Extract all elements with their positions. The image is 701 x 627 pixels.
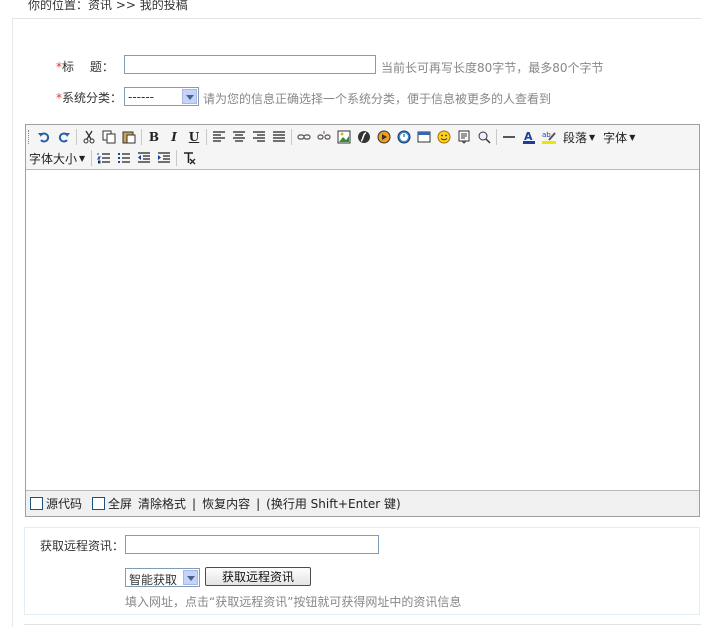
- chevron-down-icon[interactable]: [182, 89, 197, 104]
- toolbar-row-1: B I U A ab 段落 ▼ 字体 ▼: [28, 127, 639, 147]
- toolbar-separator: [496, 129, 497, 145]
- italic-button[interactable]: I: [164, 128, 184, 146]
- breadcrumb: 你的位置：资讯 >> 我的投稿: [28, 0, 188, 12]
- align-left-icon[interactable]: [209, 128, 229, 146]
- horizontal-rule-icon[interactable]: [499, 128, 519, 146]
- cut-icon[interactable]: [79, 128, 99, 146]
- toolbar-separator: [206, 129, 207, 145]
- font-dropdown[interactable]: 字体 ▼: [599, 128, 639, 146]
- editor-toolbar: B I U A ab 段落 ▼ 字体 ▼ 字体大小 ▼: [26, 125, 699, 170]
- line-break-hint: (换行用 Shift+Enter 键): [266, 497, 401, 511]
- title-input[interactable]: [124, 55, 376, 74]
- copy-icon[interactable]: [99, 128, 119, 146]
- underline-button[interactable]: U: [184, 128, 204, 146]
- caret-down-icon: ▼: [79, 153, 86, 163]
- paragraph-dropdown[interactable]: 段落 ▼: [559, 128, 599, 146]
- emoticon-icon[interactable]: [434, 128, 454, 146]
- font-size-dropdown-label: 字体大小: [29, 151, 78, 166]
- toolbar-separator: [291, 129, 292, 145]
- source-code-label: 源代码: [46, 497, 83, 511]
- fetch-mode-selected-value: 智能获取: [129, 573, 178, 587]
- title-hint: 当前长可再写长度80字节，最多80个字节: [381, 61, 604, 75]
- remote-url-label: 获取远程资讯：: [40, 539, 125, 553]
- source-code-toggle[interactable]: 源代码: [26, 495, 82, 512]
- title-label-text: 标 题：: [62, 60, 114, 74]
- table-icon[interactable]: [414, 128, 434, 146]
- ordered-list-icon[interactable]: [94, 149, 114, 167]
- category-select[interactable]: ------: [124, 87, 199, 106]
- undo-icon[interactable]: [34, 128, 54, 146]
- remote-fetch-panel: 获取远程资讯： 智能获取 获取远程资讯 填入网址，点击“获取远程资讯”按钮就可获…: [24, 527, 700, 615]
- status-separator: |: [256, 496, 261, 511]
- chevron-down-icon[interactable]: [183, 570, 198, 585]
- align-justify-icon[interactable]: [269, 128, 289, 146]
- bottom-divider: [24, 624, 701, 625]
- fullscreen-label: 全屏: [108, 497, 133, 511]
- font-dropdown-label: 字体: [603, 130, 628, 145]
- breadcrumb-bar: 你的位置：资讯 >> 我的投稿: [12, 0, 701, 19]
- rich-text-editor: B I U A ab 段落 ▼ 字体 ▼ 字体大小 ▼ 源代码 全屏 清除格式 …: [25, 124, 700, 517]
- toolbar-row-2: 字体大小 ▼: [28, 148, 199, 168]
- image-icon[interactable]: [334, 128, 354, 146]
- toolbar-separator: [176, 150, 178, 166]
- redo-icon[interactable]: [54, 128, 74, 146]
- category-label: *系统分类：: [56, 89, 122, 106]
- remote-hint: 填入网址，点击“获取远程资讯”按钮就可获得网址中的资讯信息: [125, 595, 462, 609]
- restore-content-link[interactable]: 恢复内容: [202, 495, 250, 512]
- clock-icon[interactable]: [394, 128, 414, 146]
- indent-icon[interactable]: [154, 149, 174, 167]
- align-center-icon[interactable]: [229, 128, 249, 146]
- paragraph-dropdown-label: 段落: [563, 130, 588, 145]
- editor-statusbar: 源代码 全屏 清除格式 | 恢复内容 | (换行用 Shift+Enter 键): [26, 490, 699, 516]
- outdent-icon[interactable]: [134, 149, 154, 167]
- link-icon[interactable]: [294, 128, 314, 146]
- font-size-dropdown[interactable]: 字体大小 ▼: [28, 149, 89, 167]
- search-icon[interactable]: [474, 128, 494, 146]
- align-right-icon[interactable]: [249, 128, 269, 146]
- caret-down-icon: ▼: [629, 132, 636, 142]
- unlink-icon[interactable]: [314, 128, 334, 146]
- source-code-checkbox[interactable]: [30, 497, 43, 510]
- toolbar-separator: [91, 150, 93, 166]
- bold-button[interactable]: B: [144, 128, 164, 146]
- remote-url-input[interactable]: [125, 535, 379, 554]
- left-divider: [12, 18, 13, 627]
- category-label-text: 系统分类：: [62, 91, 123, 105]
- category-hint: 请为您的信息正确选择一个系统分类，便于信息被更多的人查看到: [203, 92, 552, 106]
- bullet-list-icon[interactable]: [114, 149, 134, 167]
- media-icon[interactable]: [374, 128, 394, 146]
- title-label: *标 题：: [56, 58, 114, 75]
- fullscreen-checkbox[interactable]: [92, 497, 106, 510]
- highlight-color-icon[interactable]: ab: [539, 128, 559, 146]
- paste-icon[interactable]: [119, 128, 139, 146]
- fetch-mode-select[interactable]: 智能获取: [125, 568, 200, 587]
- status-separator: |: [192, 496, 197, 511]
- caret-down-icon: ▼: [589, 132, 596, 142]
- toolbar-grip: [28, 130, 32, 144]
- category-selected-value: ------: [128, 90, 154, 104]
- toolbar-separator: [141, 129, 142, 145]
- flash-icon[interactable]: [354, 128, 374, 146]
- fetch-remote-button[interactable]: 获取远程资讯: [205, 567, 311, 586]
- toolbar-separator: [76, 129, 77, 145]
- remove-format-icon[interactable]: [179, 149, 199, 167]
- font-color-icon[interactable]: A: [519, 128, 539, 146]
- page-break-icon[interactable]: [454, 128, 474, 146]
- editor-content-area[interactable]: [26, 170, 699, 491]
- clear-format-link[interactable]: 清除格式: [138, 495, 186, 512]
- fullscreen-toggle[interactable]: 全屏: [88, 495, 132, 512]
